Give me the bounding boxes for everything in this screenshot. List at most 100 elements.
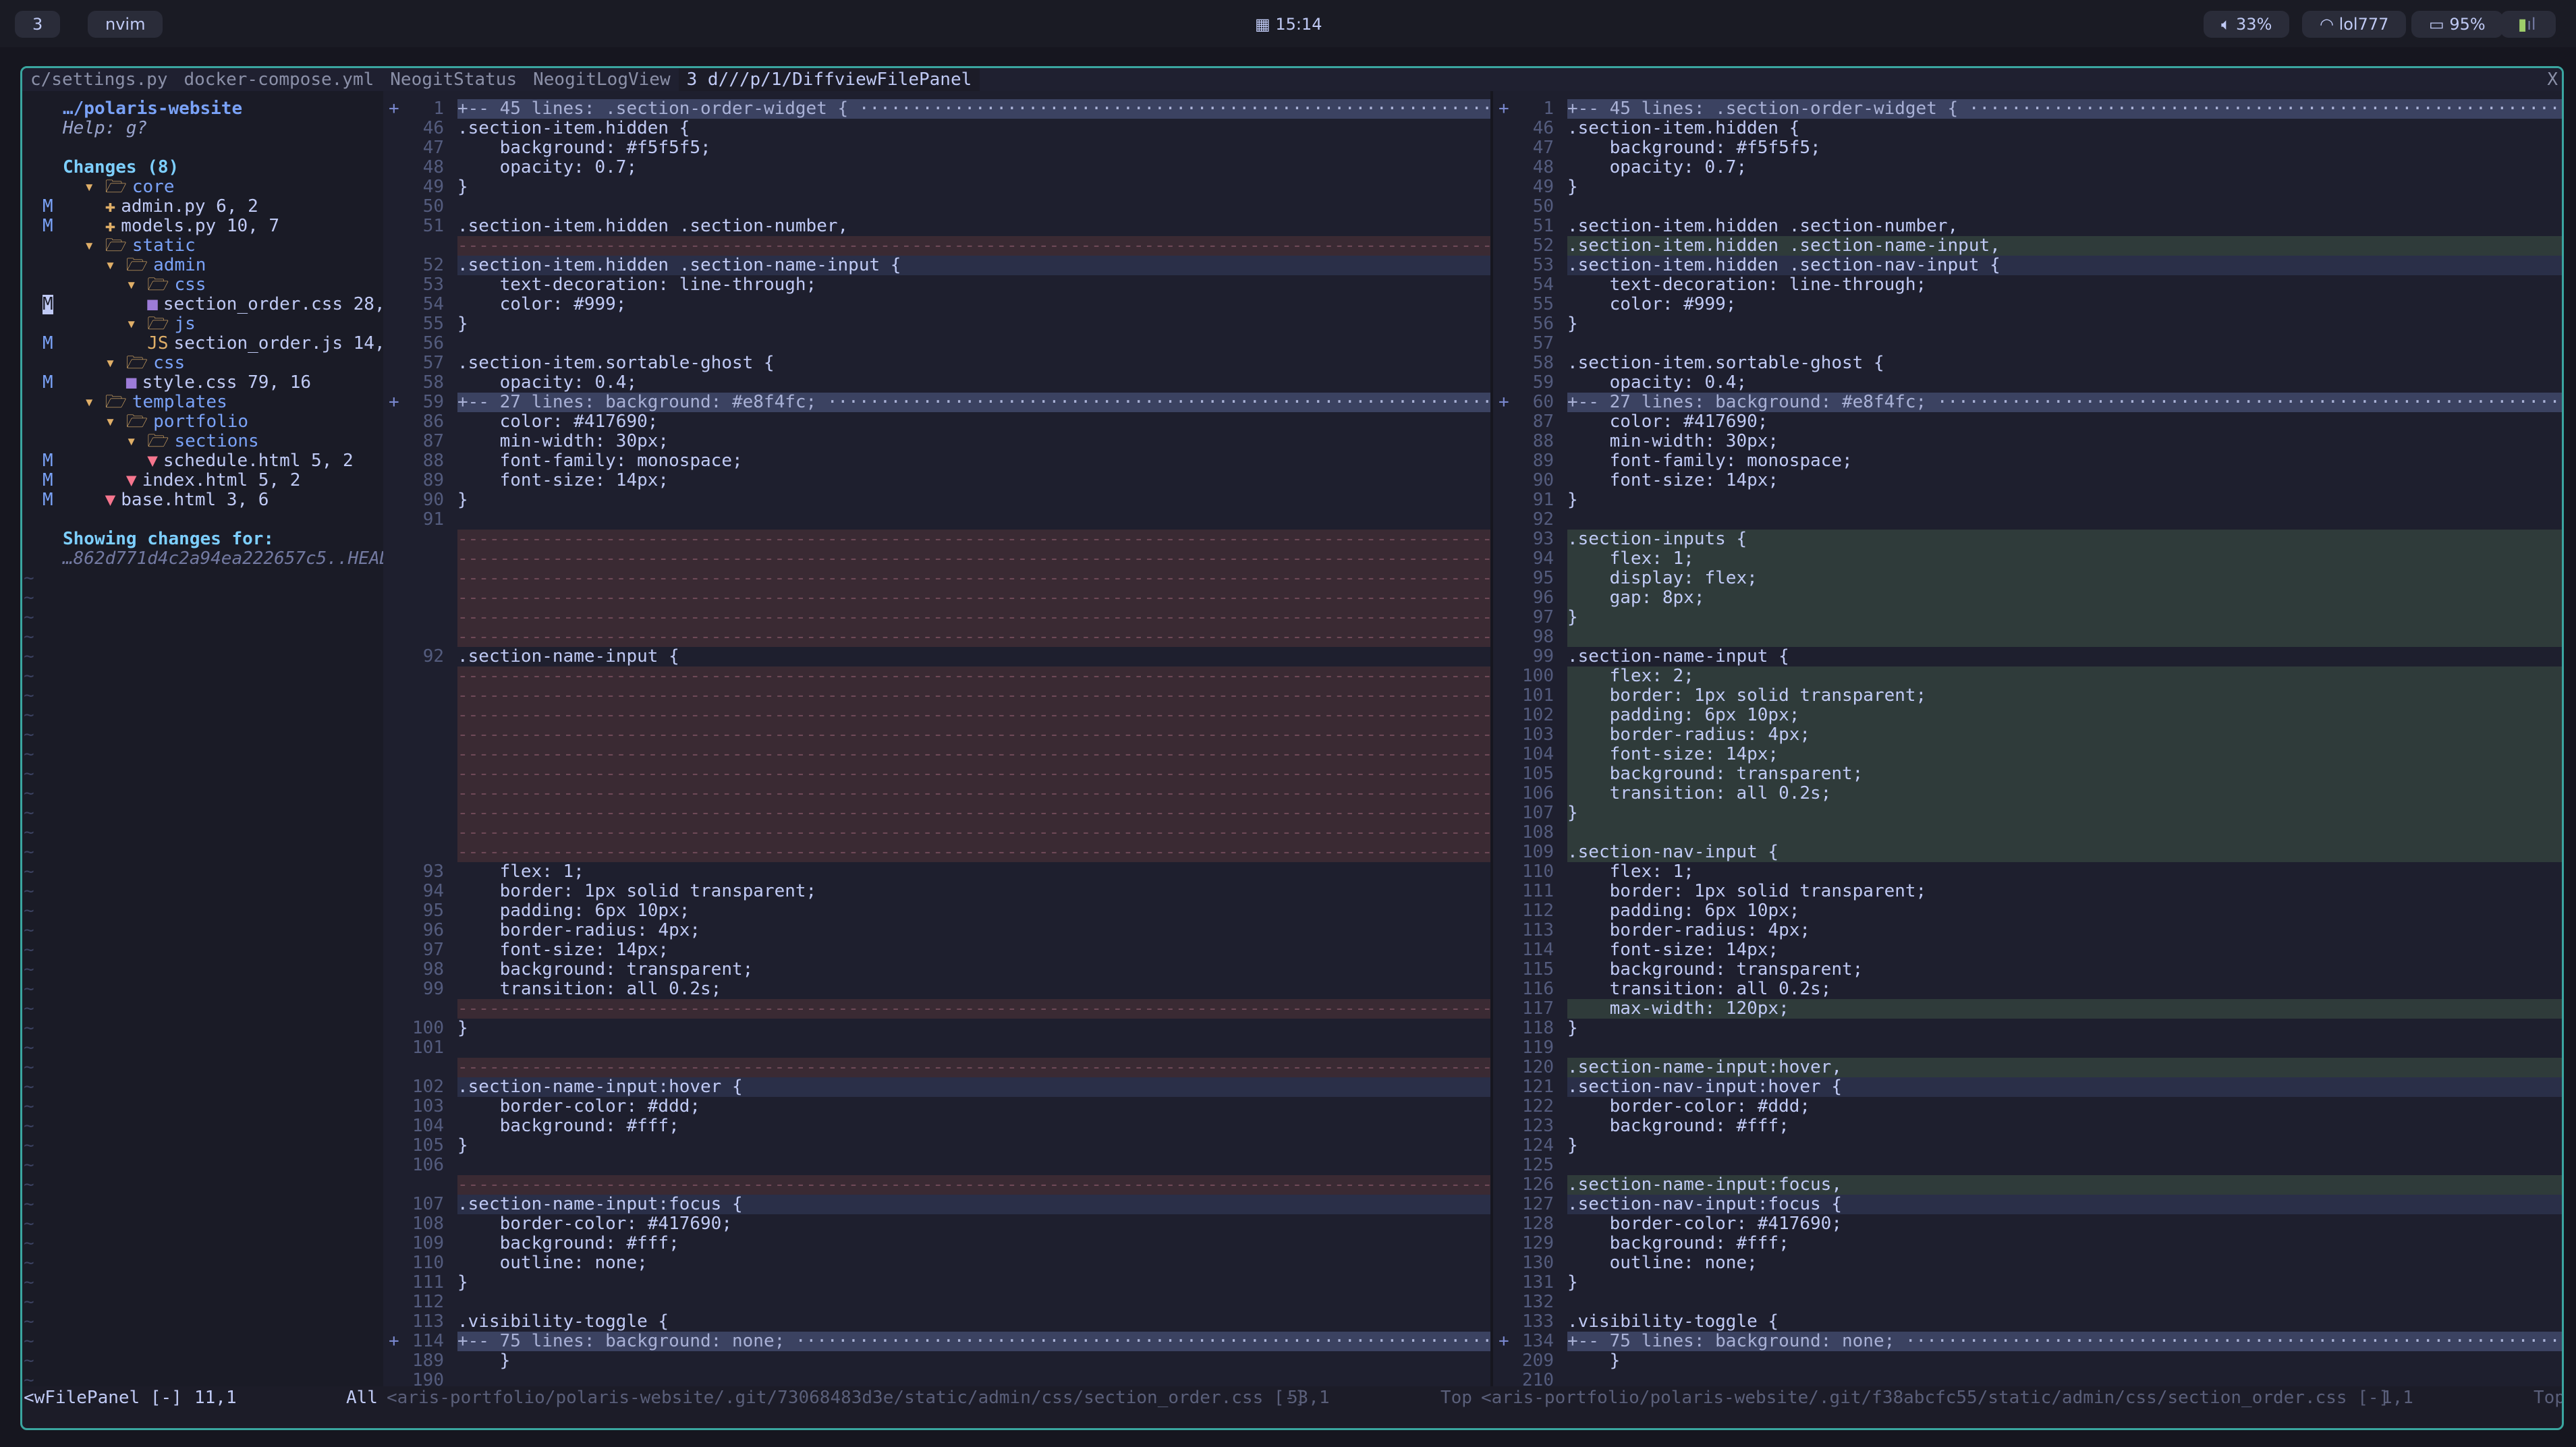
battery-indicator[interactable]: ▭ 95% [2411,11,2503,38]
code-line[interactable]: 96 border-radius: 4px; [383,921,1490,940]
tab-docker-compose[interactable]: docker-compose.yml [176,68,383,91]
fold-line[interactable]: +114 +-- 75 lines: background: none; ····… [383,1332,1490,1351]
code-line[interactable]: 111 border: 1px solid transparent; [1493,882,2562,901]
code-line[interactable]: 101 [383,1038,1490,1058]
code-line[interactable]: 129 background: #fff; [1493,1234,2562,1253]
code-line[interactable]: 91} [1493,490,2562,510]
code-line[interactable]: 102 padding: 6px 10px; [1493,706,2562,725]
code-line[interactable]: 121 .section-nav-input:hover { [1493,1077,2562,1097]
code-line[interactable]: 106 [383,1156,1490,1175]
code-line[interactable]: 52 .section-item.hidden .section-name-inp… [383,256,1490,275]
code-line[interactable]: 46 .section-item.hidden { [1493,119,2562,138]
code-line[interactable]: 123 background: #fff; [1493,1116,2562,1136]
code-line[interactable]: 57 .section-item.sortable-ghost { [383,353,1490,373]
code-line[interactable]: 116 transition: all 0.2s; [1493,980,2562,999]
diff-filler-line[interactable]: ----------------------------------------… [383,823,1490,843]
code-line[interactable]: 105} [383,1136,1490,1156]
code-line[interactable]: 112 padding: 6px 10px; [1493,901,2562,921]
code-line[interactable]: 51 .section-item.hidden .section-number, [1493,217,2562,236]
code-line[interactable]: 114 font-size: 14px; [1493,940,2562,960]
fold-line[interactable]: +134 +-- 75 lines: background: none; ····… [1493,1332,2562,1351]
code-line[interactable]: 109 background: #fff; [383,1234,1490,1253]
code-line[interactable]: 97} [1493,608,2562,627]
code-line[interactable]: 125 [1493,1156,2562,1175]
code-line[interactable]: 92 .section-name-input { [383,647,1490,666]
code-line[interactable]: 131} [1493,1273,2562,1293]
code-line[interactable]: 54 color: #999; [383,295,1490,314]
code-line[interactable]: 119 [1493,1038,2562,1058]
code-line[interactable]: 51 .section-item.hidden .section-number, [383,217,1490,236]
code-line[interactable]: 210 [1493,1371,2562,1387]
code-line[interactable]: 99 .section-name-input { [1493,647,2562,666]
system-tray[interactable]: ▮ıl [2500,11,2556,38]
code-line[interactable]: 99 transition: all 0.2s; [383,980,1490,999]
code-line[interactable]: 88 font-family: monospace; [383,451,1490,471]
diff-filler-line[interactable]: ----------------------------------------… [383,686,1490,706]
diff-filler-line[interactable]: ----------------------------------------… [383,569,1490,588]
code-line[interactable]: 49} [1493,177,2562,197]
code-line[interactable]: 133 .visibility-toggle { [1493,1312,2562,1332]
fold-line[interactable]: +59 +-- 27 lines: background: #e8f4fc; ··… [383,393,1490,412]
code-line[interactable]: 108 border-color: #417690; [383,1214,1490,1234]
code-line[interactable]: 98 background: transparent; [383,960,1490,980]
diff-pane-right[interactable]: +1 +-- 45 lines: .section-order-widget { … [1493,91,2562,1386]
code-line[interactable]: 209 } [1493,1351,2562,1371]
code-line[interactable]: 113 .visibility-toggle { [383,1312,1490,1332]
code-line[interactable]: 90 font-size: 14px; [1493,471,2562,490]
code-line[interactable]: 90} [383,490,1490,510]
code-line[interactable]: 55} [383,314,1490,334]
diff-filler-line[interactable]: ----------------------------------------… [383,236,1490,256]
fold-line[interactable]: +60 +-- 27 lines: background: #e8f4fc; ··… [1493,393,2562,412]
code-line[interactable]: 100 flex: 2; [1493,666,2562,686]
close-tab-button[interactable]: X [2547,68,2558,91]
code-line[interactable]: 91 [383,510,1490,530]
diff-filler-line[interactable]: ----------------------------------------… [383,549,1490,569]
volume-indicator[interactable]: 🔈︎ 33% [2204,11,2290,38]
code-line[interactable]: 132 [1493,1293,2562,1312]
code-line[interactable]: 100} [383,1019,1490,1038]
code-line[interactable]: 118} [1493,1019,2562,1038]
code-line[interactable]: 107} [1493,803,2562,823]
code-line[interactable]: 110 flex: 1; [1493,862,2562,882]
diff-filler-line[interactable]: ----------------------------------------… [383,608,1490,627]
code-line[interactable]: 92 [1493,510,2562,530]
code-line[interactable]: 46 .section-item.hidden { [383,119,1490,138]
diff-filler-line[interactable]: ----------------------------------------… [383,588,1490,608]
code-line[interactable]: 96 gap: 8px; [1493,588,2562,608]
code-line[interactable]: 55 color: #999; [1493,295,2562,314]
code-line[interactable]: 47 background: #f5f5f5; [1493,138,2562,158]
code-line[interactable]: 87 color: #417690; [1493,412,2562,432]
code-line[interactable]: 47 background: #f5f5f5; [383,138,1490,158]
diff-filler-line[interactable]: ----------------------------------------… [383,803,1490,823]
code-line[interactable]: 94 flex: 1; [1493,549,2562,569]
code-line[interactable]: 86 color: #417690; [383,412,1490,432]
code-line[interactable]: 113 border-radius: 4px; [1493,921,2562,940]
code-line[interactable]: 53 text-decoration: line-through; [383,275,1490,295]
code-line[interactable]: 106 transition: all 0.2s; [1493,784,2562,803]
code-line[interactable]: 103 border-color: #ddd; [383,1097,1490,1116]
diff-filler-line[interactable]: ----------------------------------------… [383,666,1490,686]
code-line[interactable]: 97 font-size: 14px; [383,940,1490,960]
code-line[interactable]: 48 opacity: 0.7; [1493,158,2562,177]
code-line[interactable]: 190 [383,1371,1490,1387]
code-line[interactable]: 128 border-color: #417690; [1493,1214,2562,1234]
diff-filler-line[interactable]: ----------------------------------------… [383,1058,1490,1077]
tab-neogit-status[interactable]: NeogitStatus [382,68,525,91]
code-line[interactable]: 126 .section-name-input:focus, [1493,1175,2562,1195]
diff-filler-line[interactable]: ----------------------------------------… [383,784,1490,803]
code-line[interactable]: 48 opacity: 0.7; [383,158,1490,177]
code-line[interactable]: 130 outline: none; [1493,1253,2562,1273]
code-line[interactable]: 58 .section-item.sortable-ghost { [1493,353,2562,373]
code-line[interactable]: 56} [1493,314,2562,334]
diff-filler-line[interactable]: ----------------------------------------… [383,706,1490,725]
code-line[interactable]: 89 font-family: monospace; [1493,451,2562,471]
fold-line[interactable]: +1 +-- 45 lines: .section-order-widget { … [1493,99,2562,119]
workspace-indicator[interactable]: 3 [15,11,61,38]
code-line[interactable]: 102 .section-name-input:hover { [383,1077,1490,1097]
diff-filler-line[interactable]: ----------------------------------------… [383,843,1490,862]
code-line[interactable]: 88 min-width: 30px; [1493,432,2562,451]
tab-diffview-file-panel[interactable]: 3 d///p/1/DiffviewFilePanel [678,68,980,91]
code-line[interactable]: 127 .section-nav-input:focus { [1493,1195,2562,1214]
code-line[interactable]: 107 .section-name-input:focus { [383,1195,1490,1214]
diff-filler-line[interactable]: ----------------------------------------… [383,764,1490,784]
